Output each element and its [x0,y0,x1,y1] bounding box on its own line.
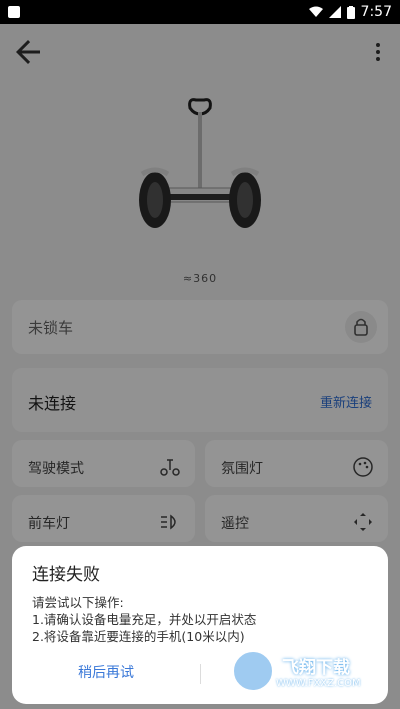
status-bar: 7:57 [0,0,400,24]
signal-icon [328,6,341,18]
watermark-logo-icon [230,648,276,694]
retry-later-button[interactable]: 稍后再试 [12,658,200,688]
battery-icon [346,5,355,19]
watermark-url: WWW.FXXZ.COM [276,678,361,689]
watermark: 飞翔下载 WWW.FXXZ.COM [230,642,380,700]
status-time: 7:57 [360,4,392,20]
wifi-icon [308,6,323,17]
dialog-line: 1.请确认设备电量充足，并处以开启状态 [32,612,257,627]
dialog-line: 请尝试以下操作: [32,595,124,610]
dialog-message: 请尝试以下操作: 1.请确认设备电量充足，并处以开启状态 2.将设备靠近要连接的… [32,594,256,645]
connection-failed-dialog: 连接失败 请尝试以下操作: 1.请确认设备电量充足，并处以开启状态 2.将设备靠… [12,546,388,704]
dialog-line: 2.将设备靠近要连接的手机(10米以内) [32,629,245,644]
dialog-title: 连接失败 [32,565,100,585]
watermark-text: 飞翔下载 [282,658,350,678]
notification-icon [8,6,20,18]
